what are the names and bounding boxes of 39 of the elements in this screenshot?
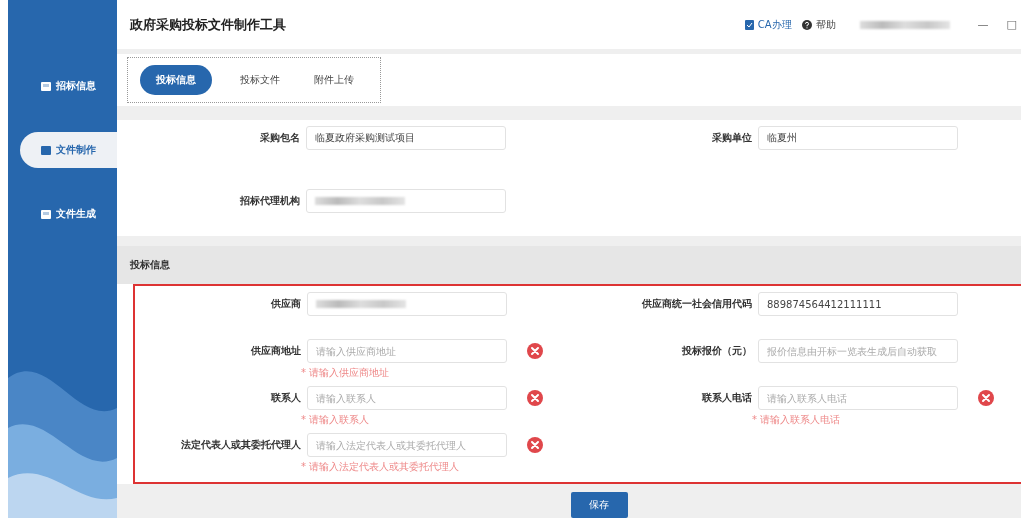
- save-button[interactable]: 保存: [570, 492, 628, 518]
- redacted-field[interactable]: [306, 189, 506, 214]
- tab[interactable]: 附件上传: [308, 65, 360, 96]
- tab[interactable]: 投标信息: [140, 65, 212, 96]
- help-icon: [801, 19, 812, 30]
- certificate-icon: [744, 19, 754, 30]
- redacted-field[interactable]: [307, 292, 507, 316]
- sidebar-item[interactable]: 文件制作: [20, 132, 117, 168]
- window-control[interactable]: —: [973, 18, 993, 32]
- input-field[interactable]: 请输入联系人电话: [758, 386, 958, 410]
- error-hint: * 请输入联系人: [301, 413, 371, 427]
- input-field[interactable]: 临夏州: [758, 126, 958, 151]
- app-title: 政府采购投标文件制作工具: [130, 15, 287, 34]
- error-hint: * 请输入供应商地址: [301, 366, 391, 380]
- monitor-icon: [41, 209, 51, 219]
- window-control[interactable]: □: [1002, 18, 1021, 32]
- help-link[interactable]: 帮助: [801, 17, 836, 32]
- sidebar-item[interactable]: 文件生成: [20, 196, 117, 232]
- field-label: 供应商: [270, 297, 302, 311]
- input-field[interactable]: 请输入供应商地址: [307, 339, 507, 363]
- section-title: 投标信息: [117, 246, 1021, 284]
- error-hint: * 请输入法定代表人或其委托代理人: [301, 460, 461, 474]
- field-label: 供应商统一社会信用代码: [641, 297, 753, 311]
- input-field[interactable]: 889874564412111111: [758, 292, 958, 316]
- field-label: 投标报价（元）: [681, 344, 753, 358]
- field-label: 采购包名: [259, 131, 301, 146]
- ca-link[interactable]: CA办理: [744, 17, 792, 32]
- sidebar-item[interactable]: 招标信息: [20, 68, 117, 104]
- tab[interactable]: 投标文件: [234, 65, 286, 96]
- field-label: 招标代理机构: [239, 194, 301, 209]
- error-hint: * 请输入联系人电话: [752, 413, 842, 427]
- field-label: 联系人: [270, 391, 302, 405]
- field-label: 采购单位: [711, 131, 753, 146]
- field-label: 联系人电话: [701, 391, 753, 405]
- input-field[interactable]: 请输入法定代表人或其委托代理人: [307, 433, 507, 457]
- field-label: 供应商地址: [250, 344, 302, 358]
- field-label: 法定代表人或其委托代理人: [180, 438, 302, 452]
- input-field[interactable]: 请输入联系人: [307, 386, 507, 410]
- input-field[interactable]: 临夏政府采购测试项目: [306, 126, 506, 151]
